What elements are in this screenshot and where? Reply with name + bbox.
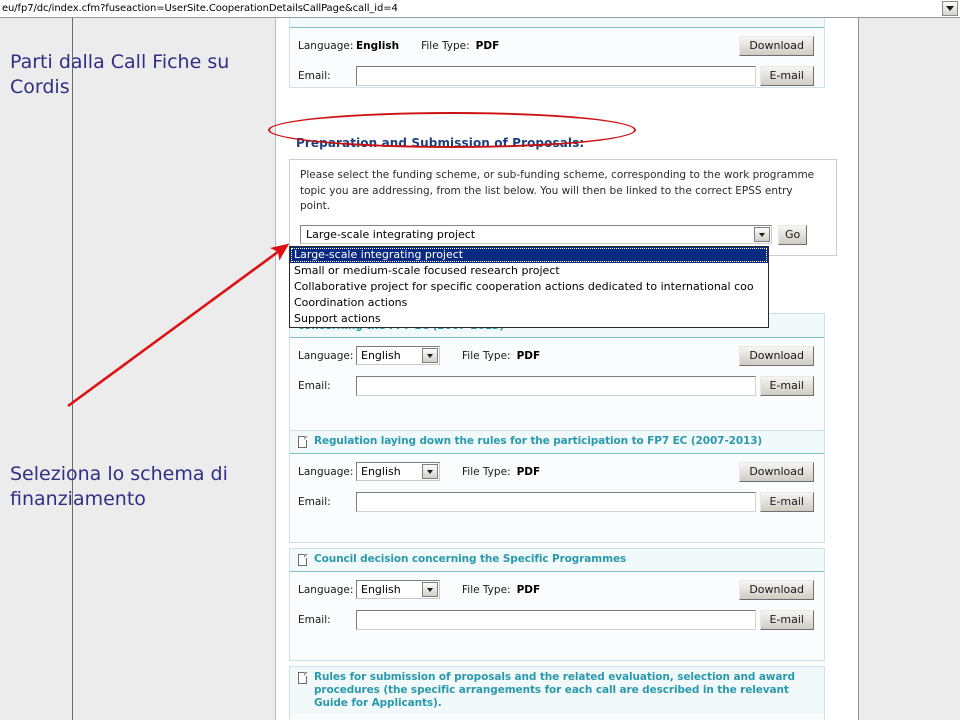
card-header: Regulation laying down the rules for the… [290, 431, 824, 454]
card-body: Language: English File Type: PDF Downloa… [290, 338, 824, 404]
email-row: Email: E-mail [298, 609, 814, 630]
file-type-value: PDF [475, 39, 500, 52]
document-card: Council decision concerning the Specific… [289, 548, 825, 661]
file-type-label: File Type: [462, 465, 511, 478]
funding-scheme-selected-value: Large-scale integrating project [306, 228, 476, 241]
file-type-group: File Type: PDF [462, 350, 540, 362]
funding-scheme-control-row: Large-scale integrating project Go [300, 224, 826, 245]
funding-scheme-option[interactable]: Collaborative project for specific coope… [290, 279, 768, 295]
language-select-value: English [361, 583, 401, 596]
email-row: Email: E-mail [298, 375, 814, 396]
file-type-value: PDF [516, 349, 541, 362]
annotation-note-top: Parti dalla Call Fiche su Cordis [10, 51, 230, 98]
language-row: Language: English File Type: PDF Downloa… [298, 35, 814, 56]
file-type-value: PDF [516, 465, 541, 478]
email-row: Email: E-mail [298, 491, 814, 512]
language-select-value: English [361, 465, 401, 478]
card-body: Language: English File Type: PDF Downloa… [290, 572, 824, 638]
language-value: English [356, 39, 400, 52]
language-label: Language: [298, 349, 354, 362]
document-icon [298, 436, 309, 449]
address-bar-url[interactable]: eu/fp7/dc/index.cfm?fuseaction=UserSite.… [0, 3, 398, 14]
screenshot-stage: eu/fp7/dc/index.cfm?fuseaction=UserSite.… [0, 0, 960, 720]
document-card: Rules for submission of proposals and th… [289, 666, 825, 720]
language-dropdown-arrow[interactable] [422, 348, 438, 363]
file-type-label: File Type: [462, 349, 511, 362]
file-type-group: File Type: PDF [421, 40, 499, 52]
funding-scheme-select[interactable]: Large-scale integrating project [300, 225, 772, 244]
document-card: concerning the FP7 EC (2007-2013) Langua… [289, 313, 825, 431]
email-button[interactable]: E-mail [759, 491, 814, 512]
file-type-label: File Type: [462, 583, 511, 596]
browser-address-bar[interactable]: eu/fp7/dc/index.cfm?fuseaction=UserSite.… [0, 0, 960, 18]
email-button[interactable]: E-mail [759, 65, 814, 86]
download-button[interactable]: Download [739, 461, 814, 482]
funding-scheme-option[interactable]: Large-scale integrating project [290, 247, 768, 263]
file-type-group: File Type: PDF [462, 584, 540, 596]
address-bar-dropdown-button[interactable] [942, 1, 958, 16]
language-dropdown-arrow[interactable] [422, 582, 438, 597]
file-type-group: File Type: PDF [462, 466, 540, 478]
email-label: Email: [298, 613, 331, 626]
funding-scheme-option[interactable]: Small or medium-scale focused research p… [290, 263, 768, 279]
language-label: Language: [298, 39, 354, 52]
email-input[interactable] [356, 375, 756, 396]
file-type-label: File Type: [421, 39, 470, 52]
email-label: Email: [298, 379, 331, 392]
funding-scheme-option-list[interactable]: Large-scale integrating project Small or… [289, 246, 769, 328]
chevron-down-icon [427, 587, 433, 592]
card-header [290, 18, 824, 28]
slide-divider-rule [72, 18, 73, 720]
language-row: Language: English File Type: PDF Downloa… [298, 461, 814, 482]
email-input[interactable] [356, 491, 756, 512]
language-select-value: English [361, 349, 401, 362]
language-label: Language: [298, 465, 354, 478]
document-icon [298, 672, 309, 685]
download-button[interactable]: Download [739, 345, 814, 366]
chevron-down-icon [759, 232, 765, 237]
document-card: Language: English File Type: PDF Downloa… [289, 18, 825, 88]
download-button[interactable]: Download [739, 35, 814, 56]
funding-scheme-panel: Please select the funding scheme, or sub… [289, 159, 837, 256]
funding-scheme-option[interactable]: Support actions [290, 311, 768, 327]
language-label: Language: [298, 583, 354, 596]
email-input[interactable] [356, 65, 756, 86]
card-header: Council decision concerning the Specific… [290, 549, 824, 572]
email-input[interactable] [356, 609, 756, 630]
email-row: Email: E-mail [298, 65, 814, 86]
language-row: Language: English File Type: PDF Downloa… [298, 579, 814, 600]
download-button[interactable]: Download [739, 579, 814, 600]
file-type-value: PDF [516, 583, 541, 596]
language-select[interactable]: English [356, 462, 440, 481]
card-title: Regulation laying down the rules for the… [314, 435, 763, 447]
email-label: Email: [298, 495, 331, 508]
email-button[interactable]: E-mail [759, 375, 814, 396]
chevron-down-icon [946, 6, 954, 11]
chevron-down-icon [427, 469, 433, 474]
funding-scheme-dropdown-arrow[interactable] [754, 227, 770, 242]
language-select[interactable]: English [356, 580, 440, 599]
language-dropdown-arrow[interactable] [422, 464, 438, 479]
email-label: Email: [298, 69, 331, 82]
red-ellipse-annotation [268, 112, 636, 148]
card-title: Rules for submission of proposals and th… [314, 671, 795, 709]
card-header: Rules for submission of proposals and th… [290, 667, 824, 714]
document-card: Regulation laying down the rules for the… [289, 430, 825, 543]
funding-scheme-option[interactable]: Coordination actions [290, 295, 768, 311]
document-icon [298, 554, 309, 567]
language-select[interactable]: English [356, 346, 440, 365]
card-body: Language: English File Type: PDF Downloa… [290, 454, 824, 520]
funding-scheme-instructions: Please select the funding scheme, or sub… [300, 169, 815, 212]
go-button[interactable]: Go [778, 224, 808, 245]
card-title: Council decision concerning the Specific… [314, 553, 627, 565]
email-button[interactable]: E-mail [759, 609, 814, 630]
language-row: Language: English File Type: PDF Downloa… [298, 345, 814, 366]
annotation-note-bottom: Seleziona lo schema di finanziamento [10, 463, 228, 510]
card-body: Language: English File Type: PDF Downloa… [290, 28, 824, 94]
chevron-down-icon [427, 353, 433, 358]
